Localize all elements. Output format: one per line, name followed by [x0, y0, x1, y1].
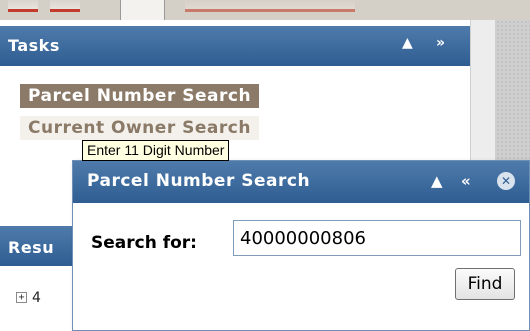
parcel-search-header[interactable]: Parcel Number Search ▲ « ✕	[73, 161, 529, 203]
toolbar-tab-selected[interactable]	[120, 0, 165, 20]
results-item-text: 4	[32, 290, 41, 306]
tasks-panel-title: Tasks	[8, 36, 60, 55]
close-circle-icon[interactable]: ✕	[497, 172, 515, 190]
toolbar-tab[interactable]	[185, 0, 355, 12]
parcel-number-input[interactable]	[233, 220, 521, 256]
plus-box-icon[interactable]: +	[16, 292, 27, 303]
task-parcel-number-search[interactable]: Parcel Number Search	[20, 84, 260, 108]
parcel-search-title: Parcel Number Search	[87, 171, 311, 191]
search-for-label: Search for:	[91, 233, 197, 253]
triangle-up-icon[interactable]: ▲	[431, 172, 443, 190]
find-button[interactable]: Find	[455, 268, 515, 300]
parcel-search-dialog: Parcel Number Search ▲ « ✕ Search for: F…	[72, 160, 530, 331]
input-tooltip: Enter 11 Digit Number	[82, 140, 230, 161]
toolbar-tab[interactable]	[50, 0, 80, 12]
double-chevron-left-icon[interactable]: «	[461, 172, 471, 190]
triangle-up-icon[interactable]: ▲	[402, 35, 413, 51]
results-panel-title: Resu	[8, 238, 55, 257]
top-toolbar	[0, 0, 530, 20]
double-chevron-right-icon[interactable]: »	[436, 35, 445, 51]
task-current-owner-search[interactable]: Current Owner Search	[20, 116, 259, 140]
tasks-panel-header: Tasks ▲ »	[0, 26, 470, 66]
toolbar-tab[interactable]	[8, 0, 38, 12]
